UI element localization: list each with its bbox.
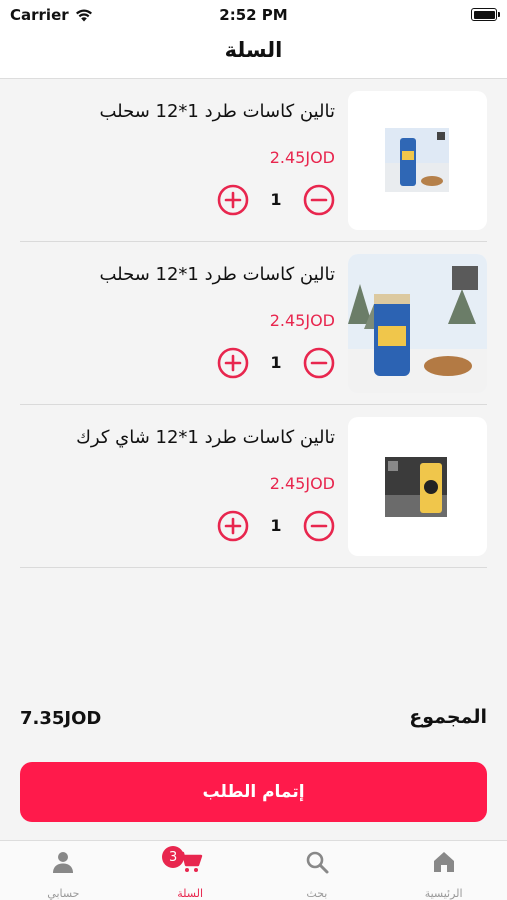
plus-icon[interactable] [217,347,249,379]
product-image[interactable] [348,254,487,393]
tab-label: بحث [306,887,328,900]
plus-icon[interactable] [217,184,249,216]
tab-bar: الرئيسية بحث 3 السلة حسابي [0,840,507,900]
minus-icon[interactable] [303,347,335,379]
tab-label: السلة [177,887,204,900]
cart-item: تالين كاسات طرد 1*12 سحلب 2.45JOD 1 [20,79,487,242]
total-label: المجموع [409,706,487,728]
tab-account[interactable]: حسابي [0,841,127,900]
person-icon [53,852,74,873]
product-image[interactable] [348,91,487,230]
cart-list: تالين كاسات طرد 1*12 سحلب 2.45JOD 1 تالي… [20,79,487,568]
product-image[interactable] [348,417,487,556]
minus-icon[interactable] [303,510,335,542]
item-price: 2.45JOD [269,474,335,493]
checkout-button[interactable]: إتمام الطلب [20,762,487,822]
item-name: تالين كاسات طرد 1*12 سحلب [99,101,335,122]
navigation-bar: السلة [0,28,507,79]
tab-home[interactable]: الرئيسية [380,841,507,900]
page-title: السلة [224,38,283,62]
plus-icon[interactable] [217,510,249,542]
quantity-value: 1 [270,516,282,535]
cart-item: تالين كاسات طرد 1*12 سحلب 2.45JOD 1 [20,242,487,405]
search-icon [306,851,329,874]
tab-label: حسابي [47,887,80,900]
cart-item: تالين كاسات طرد 1*12 شاي كرك 2.45JOD 1 [20,405,487,568]
clock: 2:52 PM [219,6,288,24]
item-price: 2.45JOD [269,311,335,330]
quantity-value: 1 [270,190,282,209]
cart-count-badge: 3 [162,846,185,868]
total-value: 7.35JOD [20,708,102,729]
home-icon [433,852,454,872]
item-price: 2.45JOD [269,148,335,167]
tab-label: الرئيسية [424,887,463,900]
battery-icon [471,8,500,21]
status-bar: Carrier 2:52 PM [0,0,507,28]
quantity-value: 1 [270,353,282,372]
item-name: تالين كاسات طرد 1*12 سحلب [99,264,335,285]
tab-search[interactable]: بحث [254,841,381,900]
minus-icon[interactable] [303,184,335,216]
tab-cart[interactable]: 3 السلة [127,841,254,900]
item-name: تالين كاسات طرد 1*12 شاي كرك [76,427,335,448]
total-row: المجموع 7.35JOD [20,706,487,736]
